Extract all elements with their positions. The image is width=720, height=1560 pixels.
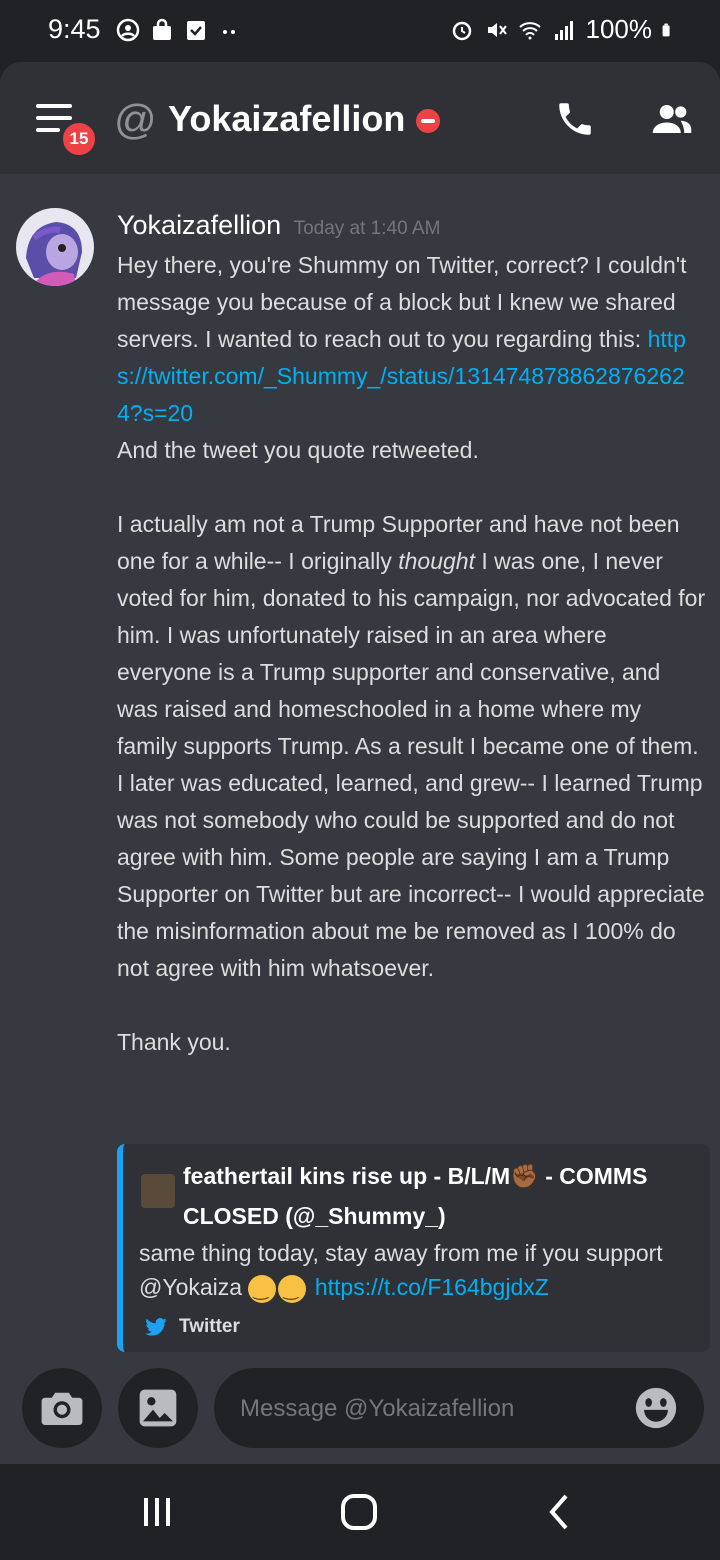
embed-description: same thing today, stay away from me if y… <box>139 1236 699 1307</box>
message-paragraph-2: I actually am not a Trump Supporter and … <box>117 506 707 987</box>
status-icons-right: 100% <box>450 14 677 45</box>
battery-icon <box>662 23 670 36</box>
message-paragraph-3: Thank you. <box>117 1029 231 1055</box>
embed-author[interactable]: feathertail kins rise up - B/L/M✊🏾 - COM… <box>183 1156 693 1236</box>
battery-percent: 100% <box>585 14 653 44</box>
mute-icon <box>487 22 507 37</box>
emphasis-text: thought <box>398 548 475 574</box>
message-input[interactable] <box>238 1386 622 1432</box>
author-avatar[interactable] <box>16 208 94 286</box>
emoji-picker-icon[interactable] <box>634 1386 678 1430</box>
signal-icon <box>554 20 573 40</box>
alarm-icon <box>452 21 471 40</box>
message-content: Hey there, you're Shummy on Twitter, cor… <box>117 247 707 1061</box>
twitter-bird-icon <box>145 1318 167 1336</box>
members-icon[interactable] <box>648 98 696 140</box>
chat-header: @ Yokaizafellion <box>0 62 720 174</box>
twitter-embed[interactable]: feathertail kins rise up - B/L/M✊🏾 - COM… <box>117 1144 710 1352</box>
message-input-container[interactable] <box>214 1368 704 1448</box>
home-icon[interactable] <box>336 1492 382 1532</box>
message-paragraph: And the tweet you quote retweeted. <box>117 437 479 463</box>
dnd-status-icon <box>416 109 440 133</box>
image-button[interactable] <box>118 1368 198 1448</box>
status-bar: 9:45 100% <box>0 0 720 62</box>
system-nav-bar <box>0 1464 720 1560</box>
message-paragraph: Hey there, you're Shummy on Twitter, cor… <box>117 252 687 352</box>
phone-call-icon[interactable] <box>554 98 596 140</box>
message-author[interactable]: Yokaizafellion <box>117 210 281 240</box>
embed-footer-text: Twitter <box>179 1316 240 1337</box>
upside-down-face-emoji-icon <box>248 1273 277 1307</box>
clipboard-check-icon <box>187 21 205 40</box>
face-icon <box>116 18 140 42</box>
unread-badge: 15 <box>60 120 98 158</box>
recent-apps-icon[interactable] <box>134 1492 180 1532</box>
embed-author-avatar <box>141 1174 175 1208</box>
status-time: 9:45 <box>48 14 101 44</box>
at-icon: @ <box>114 96 157 143</box>
channel-title[interactable]: Yokaizafellion <box>168 98 405 140</box>
message-timestamp: Today at 1:40 AM <box>293 218 441 239</box>
camera-button[interactable] <box>22 1368 102 1448</box>
embed-footer: Twitter <box>145 1316 240 1338</box>
message-text: I was one, I never voted for him, donate… <box>117 548 706 981</box>
back-icon[interactable] <box>538 1492 584 1532</box>
embed-link[interactable]: https://t.co/F164bgjdxZ <box>315 1274 549 1300</box>
upside-down-face-emoji-icon <box>278 1273 307 1307</box>
camera-icon <box>41 1392 83 1425</box>
image-icon <box>139 1389 177 1427</box>
message-group: Yokaizafellion Today at 1:40 AM Hey ther… <box>117 210 707 1061</box>
status-icons-left <box>116 18 242 42</box>
wifi-icon <box>518 21 541 39</box>
more-dots-icon <box>223 30 235 34</box>
bag-icon <box>153 18 171 40</box>
dm-chat-screen: @ Yokaizafellion Yokaizafellion Today at… <box>0 62 720 1464</box>
